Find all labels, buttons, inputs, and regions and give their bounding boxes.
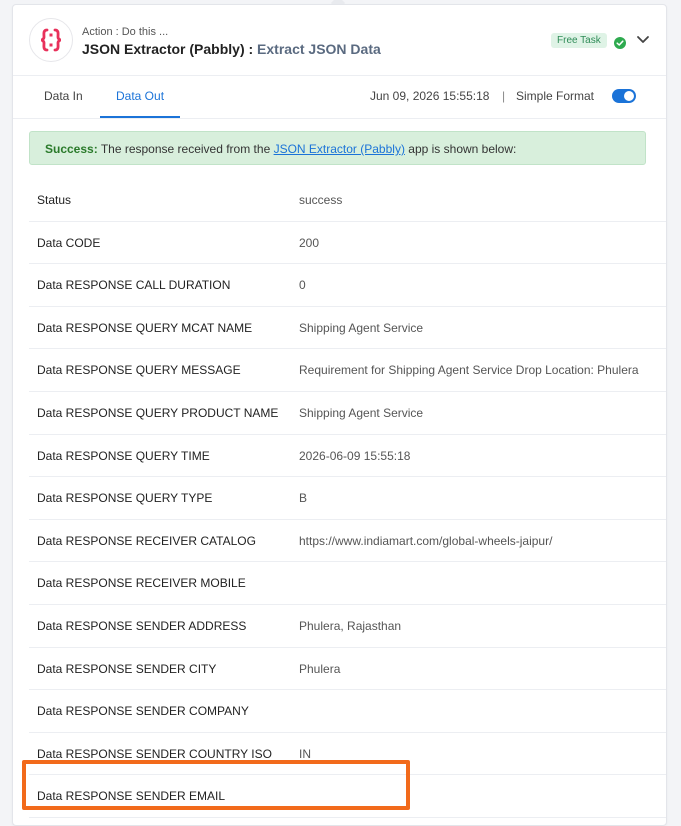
response-data-table: Status success Data CODE 200 Data RESPONSE C… [29,179,666,818]
chevron-down-icon[interactable] [636,32,650,51]
row-key: Data RESPONSE CALL DURATION [37,278,231,293]
success-text-after: app is shown below: [404,142,517,156]
action-label: Action : Do this ... [82,26,169,38]
table-row: Data RESPONSE RECEIVER CATALOG https://ww… [29,520,666,563]
table-row: Status success [29,179,666,222]
response-timestamp: Jun 09, 2026 15:55:18 [370,89,490,103]
check-circle-icon [614,36,626,54]
table-row: Data RESPONSE SENDER COMPANY [29,690,666,733]
success-text-before: The response received from the [97,142,274,156]
table-row: Data RESPONSE QUERY MCAT NAME Shipping Ag… [29,307,666,350]
tab-data-out[interactable]: Data Out [100,76,181,118]
step-header[interactable]: Action : Do this ... JSON Extractor (Pab… [13,5,666,76]
simple-format-label: Simple Format [516,89,595,103]
row-value[interactable]: Shipping Agent Service [299,321,423,335]
row-key: Data RESPONSE QUERY MESSAGE [37,363,241,378]
tab-data-in[interactable]: Data In [44,76,83,116]
row-key: Data RESPONSE QUERY TIME [37,448,210,463]
row-key: Data RESPONSE RECEIVER MOBILE [37,576,246,591]
toolbar-separator: | [502,89,506,103]
row-key: Status [37,193,72,207]
table-row: Data RESPONSE QUERY TIME 2026-06-09 15:55… [29,435,666,478]
highlight-box [22,760,410,810]
app-link[interactable]: JSON Extractor (Pabbly) [274,142,405,156]
table-row: Data RESPONSE RECEIVER MOBILE [29,562,666,605]
row-key: Data RESPONSE QUERY PRODUCT NAME [37,405,279,420]
table-row: Data RESPONSE CALL DURATION 0 [29,264,666,307]
row-key: Data RESPONSE SENDER COUNTRY ISO [37,746,272,761]
action-title: JSON Extractor (Pabbly) : Extract JSON D… [82,41,381,57]
table-row: Data CODE 200 [29,222,666,265]
row-key: Data RESPONSE SENDER CITY [37,661,217,676]
row-value[interactable]: 0 [299,278,306,292]
table-row: Data RESPONSE QUERY TYPE B [29,477,666,520]
row-key: Data RESPONSE SENDER COMPANY [37,704,249,719]
row-key: Data RESPONSE SENDER ADDRESS [37,618,247,633]
row-value[interactable]: https://www.indiamart.com/global-wheels-… [299,534,552,548]
row-value[interactable]: Phulera [299,662,340,676]
row-value[interactable]: 2026-06-09 15:55:18 [299,449,410,463]
json-extractor-app-icon [29,18,73,62]
row-value[interactable]: Shipping Agent Service [299,406,423,420]
success-banner: Success: The response received from the … [29,131,646,165]
data-tabs: Data In Data Out Jun 09, 2026 15:55:18 |… [13,76,666,119]
row-key: Data CODE [37,235,101,250]
event-name: Extract JSON Data [257,41,381,57]
row-value[interactable]: Requirement for Shipping Agent Service D… [299,363,639,377]
row-value[interactable]: Phulera, Rajasthan [299,619,401,633]
action-step-card: Action : Do this ... JSON Extractor (Pab… [12,4,667,826]
table-row: Data RESPONSE QUERY MESSAGE Requirement f… [29,349,666,392]
row-key: Data RESPONSE QUERY MCAT NAME [37,320,253,335]
row-value[interactable]: success [299,193,342,207]
free-task-badge: Free Task [551,33,607,48]
success-prefix: Success: [45,142,98,156]
table-row: Data RESPONSE QUERY PRODUCT NAME Shipping… [29,392,666,435]
toggle-knob [624,91,634,101]
simple-format-toggle[interactable] [612,89,636,103]
app-name: JSON Extractor (Pabbly) : [82,41,254,57]
row-value[interactable]: 200 [299,236,319,250]
row-key: Data RESPONSE QUERY TYPE [37,491,213,506]
row-value[interactable]: IN [299,747,311,761]
row-key: Data RESPONSE RECEIVER CATALOG [37,533,256,548]
table-row: Data RESPONSE SENDER CITY Phulera [29,648,666,691]
table-row: Data RESPONSE SENDER ADDRESS Phulera, Raj… [29,605,666,648]
row-value[interactable]: B [299,491,307,505]
